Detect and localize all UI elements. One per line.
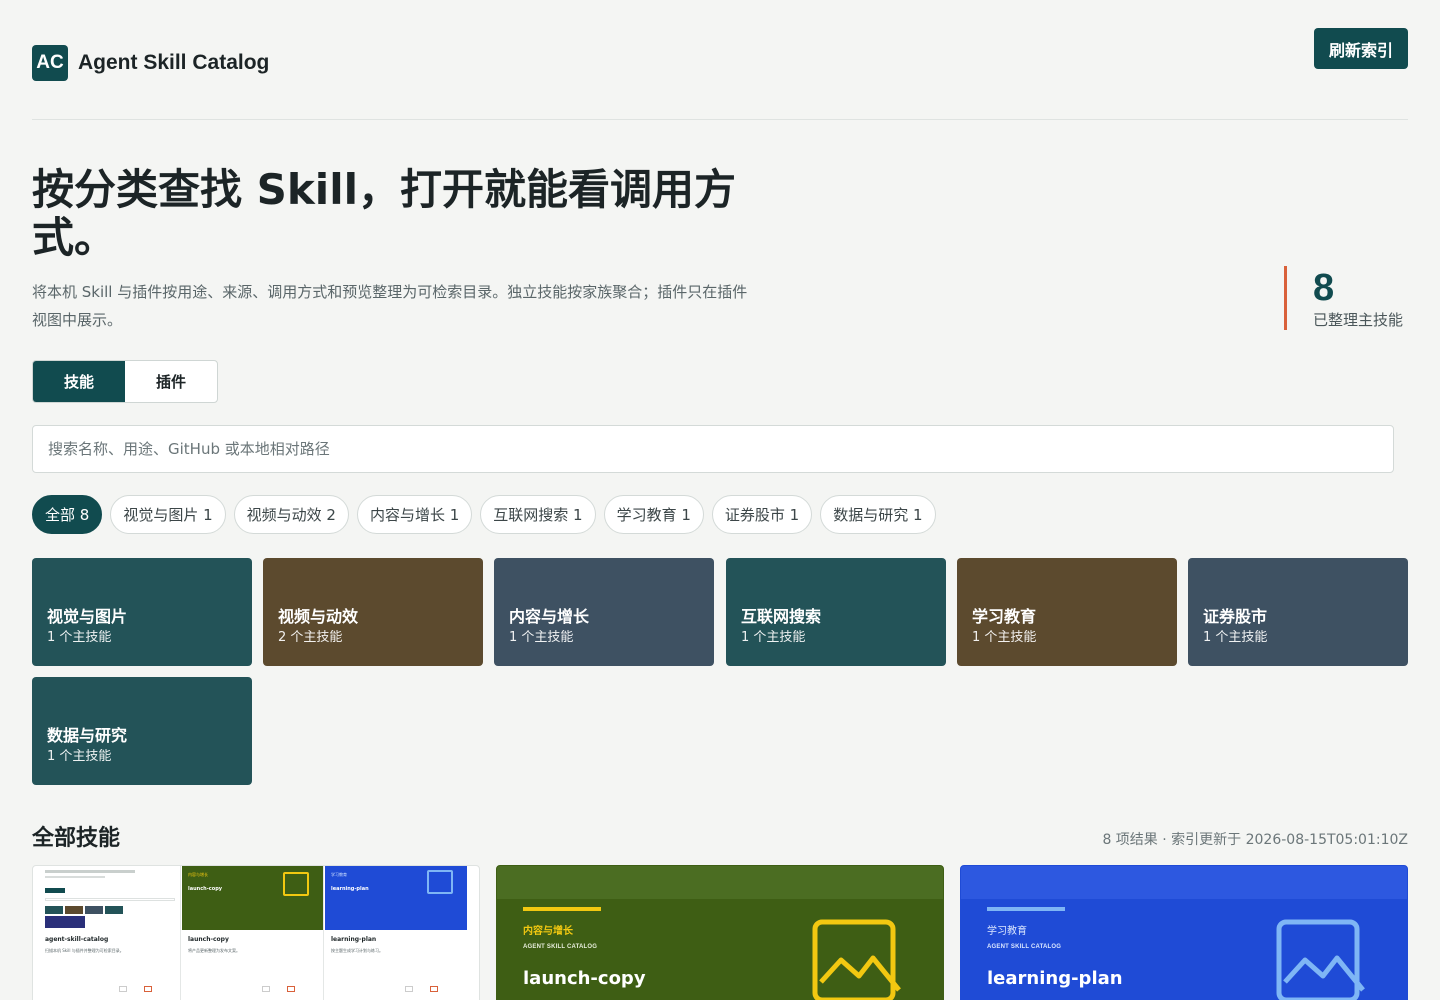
category-tile-name: 数据与研究 bbox=[47, 726, 128, 745]
mini-preview-category: 学习教育 bbox=[331, 872, 347, 877]
mini-preview-title: launch-copy bbox=[188, 936, 229, 943]
chip-all[interactable]: 全部 8 bbox=[32, 495, 103, 534]
mini-preview-header bbox=[39, 866, 180, 930]
card-preview-thumbnail: agent-skill-catalog 扫描本机 Skill 与插件并整理为可检… bbox=[39, 866, 181, 1000]
category-tile-name: 证券股市 bbox=[1203, 607, 1268, 626]
mini-preview-desc: 扫描本机 Skill 与插件并整理为可检索目录。 bbox=[45, 948, 124, 953]
skill-count-stat: 8 已整理主技能 bbox=[1284, 266, 1408, 330]
category-tile-education[interactable]: 学习教育 1 个主技能 bbox=[957, 558, 1177, 666]
mini-preview-header: 内容与增长 launch-copy bbox=[182, 866, 323, 930]
tab-plugins[interactable]: 插件 bbox=[125, 361, 217, 402]
chip-data[interactable]: 数据与研究 1 bbox=[820, 495, 936, 534]
category-tile-count: 1 个主技能 bbox=[1203, 630, 1268, 645]
skill-count-value: 8 bbox=[1313, 267, 1335, 309]
mini-preview-name: launch-copy bbox=[188, 886, 223, 892]
mini-preview-button bbox=[430, 986, 438, 992]
page-title: 按分类查找 Skill，打开就能看调用方式。 bbox=[32, 165, 736, 263]
category-tile-count: 1 个主技能 bbox=[47, 749, 112, 764]
tab-skills[interactable]: 技能 bbox=[33, 361, 125, 402]
skill-card-agent-skill-catalog[interactable]: agent-skill-catalog 扫描本机 Skill 与插件并整理为可检… bbox=[32, 865, 480, 1000]
category-tile-search[interactable]: 互联网搜索 1 个主技能 bbox=[726, 558, 946, 666]
mini-preview-button bbox=[287, 986, 295, 992]
mini-preview-title: learning-plan bbox=[331, 936, 377, 943]
category-tile-name: 视觉与图片 bbox=[47, 607, 128, 626]
card-preview-thumbnail: 学习教育 learning-plan learning-plan 按主题生成学习… bbox=[325, 866, 467, 1000]
mini-preview-button bbox=[405, 986, 413, 992]
category-tile-name: 学习教育 bbox=[972, 607, 1037, 626]
card-category: 学习教育 bbox=[987, 926, 1027, 937]
card-brand: AGENT SKILL CATALOG bbox=[987, 944, 1062, 950]
category-tile-count: 1 个主技能 bbox=[741, 630, 806, 645]
search-input[interactable] bbox=[32, 425, 1394, 473]
mini-preview-button bbox=[262, 986, 270, 992]
card-header-band bbox=[497, 866, 943, 899]
mini-preview-button bbox=[119, 986, 127, 992]
page: AC Agent Skill Catalog 刷新索引 按分类查找 Skill，… bbox=[32, 0, 1408, 1000]
card-accent-bar bbox=[987, 907, 1065, 911]
page-subtitle: 将本机 Skill 与插件按用途、来源、调用方式和预览整理为可检索目录。独立技能… bbox=[32, 283, 748, 329]
app-logo: AC bbox=[32, 45, 68, 81]
card-accent-bar bbox=[523, 907, 601, 911]
skill-card-launch-copy[interactable]: 内容与增长 AGENT SKILL CATALOG launch-copy bbox=[496, 865, 944, 1000]
category-tile-video[interactable]: 视频与动效 2 个主技能 bbox=[263, 558, 483, 666]
category-tile-name: 互联网搜索 bbox=[741, 607, 822, 626]
card-category: 内容与增长 bbox=[523, 926, 573, 937]
category-tile-count: 1 个主技能 bbox=[47, 630, 112, 645]
mini-preview-desc: 按主题生成学习计划与练习。 bbox=[331, 948, 383, 953]
category-tile-name: 内容与增长 bbox=[509, 607, 590, 626]
mini-preview-category: 内容与增长 bbox=[188, 872, 208, 877]
mini-preview-name: learning-plan bbox=[331, 886, 369, 892]
card-brand: AGENT SKILL CATALOG bbox=[523, 944, 598, 950]
card-skill-name: launch-copy bbox=[523, 968, 646, 989]
mini-preview-desc: 将产品更新整理为发布文案。 bbox=[188, 948, 240, 953]
skill-card-learning-plan[interactable]: 学习教育 AGENT SKILL CATALOG learning-plan bbox=[960, 865, 1408, 1000]
refresh-index-button[interactable]: 刷新索引 bbox=[1314, 28, 1408, 69]
chip-stocks[interactable]: 证券股市 1 bbox=[711, 495, 813, 534]
section-title: 全部技能 bbox=[32, 826, 121, 851]
skill-count-label: 已整理主技能 bbox=[1313, 311, 1404, 329]
category-tile-stocks[interactable]: 证券股市 1 个主技能 bbox=[1188, 558, 1408, 666]
header: AC Agent Skill Catalog 刷新索引 bbox=[32, 28, 1408, 120]
card-header-band bbox=[961, 866, 1407, 899]
card-skill-name: learning-plan bbox=[987, 968, 1123, 989]
view-tabs: 技能 插件 bbox=[32, 360, 218, 403]
category-tile-data[interactable]: 数据与研究 1 个主技能 bbox=[32, 677, 252, 785]
image-placeholder-icon bbox=[1276, 919, 1365, 1000]
image-placeholder-icon bbox=[812, 919, 901, 1000]
chip-visual[interactable]: 视觉与图片 1 bbox=[110, 495, 226, 534]
app-title: Agent Skill Catalog bbox=[78, 51, 270, 74]
category-tile-count: 2 个主技能 bbox=[278, 630, 343, 645]
chip-search[interactable]: 互联网搜索 1 bbox=[480, 495, 596, 534]
chip-education[interactable]: 学习教育 1 bbox=[603, 495, 704, 534]
category-tile-content[interactable]: 内容与增长 1 个主技能 bbox=[494, 558, 714, 666]
category-tile-count: 1 个主技能 bbox=[972, 630, 1037, 645]
category-filter-chips: 全部 8 视觉与图片 1 视频与动效 2 内容与增长 1 互联网搜索 1 学习教… bbox=[32, 495, 936, 534]
mini-preview-button bbox=[144, 986, 152, 992]
mini-preview-header: 学习教育 learning-plan bbox=[325, 866, 467, 930]
card-preview-thumbnail: 内容与增长 launch-copy launch-copy 将产品更新整理为发布… bbox=[182, 866, 324, 1000]
category-tile-name: 视频与动效 bbox=[278, 607, 359, 626]
mini-preview-title: agent-skill-catalog bbox=[45, 936, 109, 943]
category-tile-count: 1 个主技能 bbox=[509, 630, 574, 645]
category-tile-visual[interactable]: 视觉与图片 1 个主技能 bbox=[32, 558, 252, 666]
chip-content[interactable]: 内容与增长 1 bbox=[356, 495, 473, 534]
results-meta: 8 项结果 · 索引更新于 2026-08-15T05:01:10Z bbox=[1102, 832, 1408, 848]
chip-video[interactable]: 视频与动效 2 bbox=[233, 495, 349, 534]
